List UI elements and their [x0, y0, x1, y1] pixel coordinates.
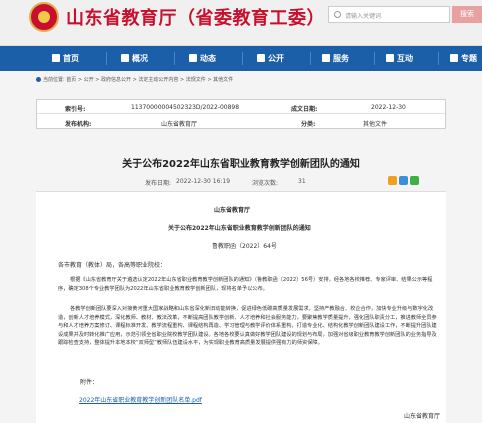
document-meta-table: 索引号: 11370000004502323D/2022-00898 成文日期:…	[36, 99, 446, 129]
site-title[interactable]: 山东省教育厅（省委教育工委）	[66, 4, 325, 30]
nav-item-interaction[interactable]: 互动	[386, 46, 413, 71]
date-label: 成文日期:	[291, 106, 318, 113]
publish-label: 发布日期:	[145, 180, 172, 187]
nav-divider	[374, 52, 375, 65]
doc-issuer: 山东省教育厅	[214, 207, 251, 214]
disclosure-icon	[257, 54, 265, 62]
search-button[interactable]: 搜索	[452, 6, 482, 23]
location-icon	[36, 77, 41, 82]
meta-row: 发布机构: 山东省教育厅 分类: 其他文件	[37, 115, 445, 129]
nav-item-disclosure[interactable]: 公开	[257, 46, 284, 71]
nav-divider	[310, 52, 311, 65]
org-label: 发布机构:	[65, 121, 92, 128]
nav-item-overview[interactable]: 概况	[121, 46, 148, 71]
nav-item-topic[interactable]: 专题	[450, 46, 477, 71]
nav-divider	[174, 52, 175, 65]
nav-divider	[106, 52, 107, 65]
share-qq-icon[interactable]	[399, 176, 408, 185]
paragraph-1: 根据《山东省教育厅关于遴选认定2022年山东省职业教育教学创新团队的通知》（鲁教…	[58, 277, 433, 292]
main-nav: 首页 概况 动态 公开 服务 互动 专题	[0, 46, 482, 71]
views-label: 浏览次数:	[252, 180, 279, 187]
salutation: 各市教育（教体）局，各高等职业院校：	[58, 262, 167, 269]
paragraph-2: 各教学创新团队要深入对接黄河重大国家战略和山东省深化新旧动能转换，促进绿色低碳高…	[58, 306, 437, 346]
publish-date: 2022-12-30 16:19	[176, 178, 231, 185]
doc-signature: 山东省教育厅	[404, 413, 441, 420]
nav-divider	[438, 52, 439, 65]
breadcrumb: 当前位置: 首页 > 公开 > 政府信息公开 > 法定主动公开内容 > 法规文件…	[36, 76, 233, 83]
org-value: 山东省教育厅	[161, 121, 198, 128]
site-header: 山东省教育厅（省委教育工委） 请输入关键词 搜索	[0, 0, 482, 46]
index-label: 索引号:	[65, 106, 86, 113]
search-icon	[334, 11, 341, 18]
doc-title: 关于公布2022年山东省职业教育教学创新团队的通知	[168, 225, 311, 232]
nav-item-home[interactable]: 首页	[52, 46, 79, 71]
share-weibo-icon[interactable]	[388, 176, 397, 185]
attachment-label: 附件：	[80, 379, 99, 386]
search-input[interactable]: 请输入关键词	[328, 6, 450, 23]
share-wechat-icon[interactable]	[410, 176, 419, 185]
topic-icon	[450, 54, 458, 62]
index-value: 11370000004502323D/2022-00898	[131, 104, 240, 111]
category-label: 分类:	[301, 121, 316, 128]
nav-item-service[interactable]: 服务	[322, 46, 349, 71]
overview-icon	[121, 54, 129, 62]
service-icon	[322, 54, 330, 62]
category-value: 其他文件	[363, 121, 388, 128]
breadcrumb-text[interactable]: 当前位置: 首页 > 公开 > 政府信息公开 > 法定主动公开内容 > 法规文件…	[43, 77, 233, 83]
views-count: 31	[298, 178, 306, 185]
news-icon	[189, 54, 197, 62]
national-emblem-logo[interactable]	[29, 2, 59, 32]
meta-row: 索引号: 11370000004502323D/2022-00898 成文日期:…	[37, 100, 445, 114]
nav-divider	[242, 52, 243, 65]
interaction-icon	[386, 54, 394, 62]
nav-item-news[interactable]: 动态	[189, 46, 216, 71]
attachment-link[interactable]: 2022年山东省职业教育教学创新团队名单.pdf	[79, 395, 202, 404]
date-value: 2022-12-30	[371, 104, 406, 111]
search-placeholder: 请输入关键词	[345, 13, 382, 20]
doc-number: 鲁教职函（2022）64号	[212, 243, 277, 250]
home-icon	[52, 54, 60, 62]
article-title: 关于公布2022年山东省职业教育教学创新团队的通知	[122, 159, 360, 170]
